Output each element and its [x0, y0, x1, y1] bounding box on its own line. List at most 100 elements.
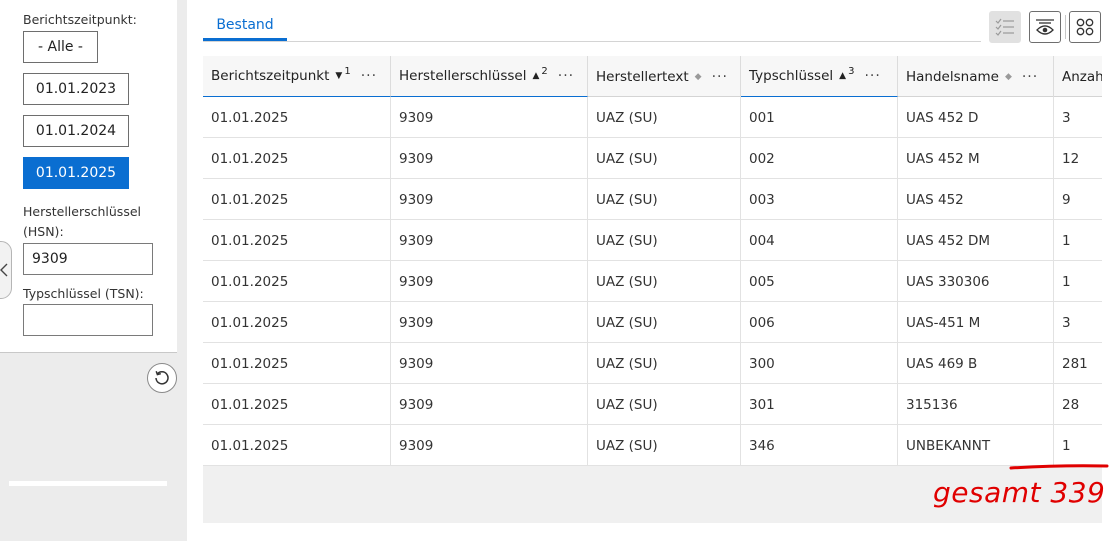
table-cell: 01.01.2025 [203, 220, 391, 261]
date-option-2025[interactable]: 01.01.2025 [23, 157, 129, 189]
table-row[interactable]: 01.01.2025 9309 UAZ (SU) 001 UAS 452 D 3 [203, 97, 1102, 138]
table-cell: 9309 [391, 220, 588, 261]
eye-filter-icon [1036, 19, 1054, 35]
table-cell: 9309 [391, 302, 588, 343]
table-cell: UAS 452 D [898, 97, 1054, 138]
grid-icon [1076, 18, 1094, 36]
column-header-anzahl[interactable]: Anzah [1054, 56, 1102, 97]
table-cell: 01.01.2025 [203, 179, 391, 220]
table-header: Berichtszeitpunkt ▼ 1 ··· Herstellerschl… [203, 56, 1102, 97]
date-option-2024[interactable]: 01.01.2024 [23, 115, 129, 147]
table-cell: 01.01.2025 [203, 261, 391, 302]
table-row[interactable]: 01.01.2025 9309 UAZ (SU) 002 UAS 452 M 12 [203, 138, 1102, 179]
column-menu-icon[interactable]: ··· [712, 69, 728, 85]
checklist-icon [995, 18, 1014, 36]
column-header-herstellerschluessel[interactable]: Herstellerschlüssel ▲ 2 ··· [391, 56, 588, 97]
table-cell: UAZ (SU) [588, 179, 741, 220]
table-cell: UAS 469 B [898, 343, 1054, 384]
table-cell: 01.01.2025 [203, 384, 391, 425]
table-cell: 9309 [391, 425, 588, 466]
table-row[interactable]: 01.01.2025 9309 UAZ (SU) 006 UAS-451 M 3 [203, 302, 1102, 343]
main-panel: Bestand Berichtszeitpunkt ▼ 1 ··· Herste… [187, 0, 1118, 541]
annotation-underline [1009, 464, 1109, 470]
table-cell: 281 [1062, 355, 1088, 372]
collapse-panel-button[interactable] [0, 241, 12, 299]
table-cell: 28 [1062, 396, 1080, 413]
table-cell: 01.01.2025 [203, 97, 391, 138]
toolbar-separator [1065, 15, 1066, 39]
table-cell: 003 [741, 179, 898, 220]
table-row[interactable]: 01.01.2025 9309 UAZ (SU) 004 UAS 452 DM 1 [203, 220, 1102, 261]
filter-panel-content: Berichtszeitpunkt: - Alle - 01.01.2023 0… [0, 0, 177, 353]
table-row[interactable]: 01.01.2025 9309 UAZ (SU) 300 UAS 469 B 281 [203, 343, 1102, 384]
data-table: Berichtszeitpunkt ▼ 1 ··· Herstellerschl… [203, 56, 1102, 466]
table-cell: UAS 452 [898, 179, 1054, 220]
table-cell: UAZ (SU) [588, 220, 741, 261]
column-menu-icon[interactable]: ··· [361, 68, 377, 84]
table-cell: 1 [1062, 273, 1071, 290]
table-row[interactable]: 01.01.2025 9309 UAZ (SU) 346 UNBEKANNT 1 [203, 425, 1102, 466]
sort-none-icon: ◆ [694, 71, 702, 82]
grid-view-button[interactable] [1069, 11, 1101, 43]
table-row[interactable]: 01.01.2025 9309 UAZ (SU) 005 UAS 330306 1 [203, 261, 1102, 302]
tab-bar-divider [203, 41, 981, 42]
hsn-input[interactable]: 9309 [23, 243, 153, 275]
sort-asc-icon: ▲ [839, 71, 847, 81]
reset-button[interactable] [147, 363, 177, 393]
table-cell: 3 [1062, 109, 1071, 126]
table-cell: UAZ (SU) [588, 302, 741, 343]
table-cell: 9309 [391, 343, 588, 384]
table-cell: UAZ (SU) [588, 384, 741, 425]
table-row[interactable]: 01.01.2025 9309 UAZ (SU) 003 UAS 452 9 [203, 179, 1102, 220]
column-menu-icon[interactable]: ··· [1022, 69, 1038, 85]
table-cell: UAZ (SU) [588, 261, 741, 302]
table-cell: 1 [1062, 437, 1071, 454]
table-cell: 12 [1062, 150, 1080, 167]
checklist-button[interactable] [989, 11, 1021, 43]
annotation-total: gesamt 339 [933, 476, 1106, 509]
table-cell: 1 [1062, 232, 1071, 249]
visibility-filter-button[interactable] [1029, 11, 1061, 43]
table-cell: 9 [1062, 191, 1071, 208]
column-menu-icon[interactable]: ··· [864, 68, 880, 84]
table-cell: 01.01.2025 [203, 302, 391, 343]
table-cell: UNBEKANNT [898, 425, 1054, 466]
table-cell: 9309 [391, 261, 588, 302]
table-cell: 3 [1062, 314, 1071, 331]
table-cell: 9309 [391, 179, 588, 220]
table-cell: 01.01.2025 [203, 138, 391, 179]
table-cell: 006 [741, 302, 898, 343]
chevron-left-icon [0, 263, 8, 277]
column-header-herstellertext[interactable]: Herstellertext ◆ ··· [588, 56, 741, 97]
table-cell: 9309 [391, 97, 588, 138]
date-option-2023[interactable]: 01.01.2023 [23, 73, 129, 105]
column-header-handelsname[interactable]: Handelsname ◆ ··· [898, 56, 1054, 97]
column-menu-icon[interactable]: ··· [558, 68, 574, 84]
table-cell: UAZ (SU) [588, 97, 741, 138]
table-cell: 004 [741, 220, 898, 261]
table-cell: 005 [741, 261, 898, 302]
date-filter-label: Berichtszeitpunkt: [23, 12, 137, 27]
table-cell: 002 [741, 138, 898, 179]
table-cell: UAZ (SU) [588, 425, 741, 466]
table-cell: UAS-451 M [898, 302, 1054, 343]
tab-bestand[interactable]: Bestand [203, 14, 287, 41]
table-cell: 9309 [391, 138, 588, 179]
column-header-berichtszeitpunkt[interactable]: Berichtszeitpunkt ▼ 1 ··· [203, 56, 391, 97]
table-cell: 01.01.2025 [203, 425, 391, 466]
table-cell: UAS 330306 [898, 261, 1054, 302]
column-header-typschluessel[interactable]: Typschlüssel ▲ 3 ··· [741, 56, 898, 97]
tsn-input[interactable] [23, 304, 153, 336]
sort-desc-icon: ▼ [335, 71, 343, 81]
filter-panel: Berichtszeitpunkt: - Alle - 01.01.2023 0… [0, 0, 177, 541]
table-cell: UAS 452 DM [898, 220, 1054, 261]
tsn-label: Typschlüssel (TSN): [23, 286, 144, 301]
date-option-all[interactable]: - Alle - [23, 31, 98, 63]
sort-none-icon: ◆ [1004, 71, 1012, 82]
table-cell: 001 [741, 97, 898, 138]
table-cell: 346 [741, 425, 898, 466]
table-cell: 301 [741, 384, 898, 425]
table-row[interactable]: 01.01.2025 9309 UAZ (SU) 301 315136 28 [203, 384, 1102, 425]
hsn-label: Herstellerschlüssel (HSN): [23, 204, 141, 239]
sort-asc-icon: ▲ [532, 71, 540, 81]
